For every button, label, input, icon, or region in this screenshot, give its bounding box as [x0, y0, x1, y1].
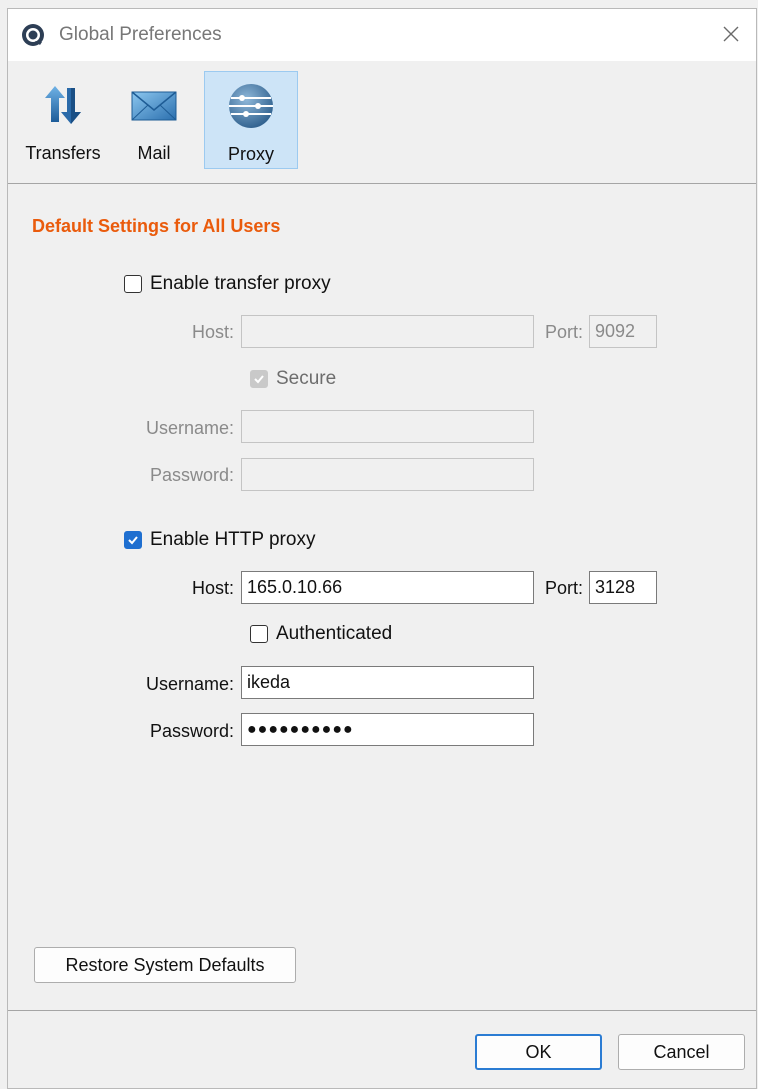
tab-mail-label: Mail	[137, 143, 171, 163]
tab-proxy[interactable]: Proxy	[204, 71, 298, 169]
transfer-host-input[interactable]	[241, 315, 534, 348]
tab-mail[interactable]: Mail	[118, 71, 190, 169]
authenticated-checkbox[interactable]: Authenticated	[250, 623, 392, 645]
tab-transfers-label: Transfers	[25, 143, 101, 163]
tab-transfers[interactable]: Transfers	[14, 71, 112, 169]
secure-checkbox[interactable]: Secure	[250, 368, 336, 390]
mail-envelope-icon	[131, 91, 177, 121]
authenticated-box[interactable]	[250, 625, 268, 643]
preferences-toolbar: Transfers Mail Proxy	[8, 61, 756, 183]
http-port-label: Port:	[544, 578, 583, 598]
enable-transfer-proxy-label: Enable transfer proxy	[150, 273, 331, 294]
toolbar-divider	[8, 183, 756, 184]
http-port-input[interactable]: 3128	[589, 571, 657, 604]
close-button[interactable]	[714, 17, 748, 51]
http-username-input[interactable]: ikeda	[241, 666, 534, 699]
transfer-arrows-icon	[45, 86, 81, 124]
proxy-globe-icon	[229, 84, 273, 128]
title-bar: Global Preferences	[8, 9, 756, 61]
transfer-port-label: Port:	[544, 322, 583, 342]
secure-label: Secure	[276, 368, 337, 389]
enable-http-proxy-checkbox[interactable]: Enable HTTP proxy	[124, 529, 315, 551]
global-preferences-window: Global Preferences Transfers Mail Proxy …	[7, 8, 757, 1089]
enable-http-proxy-box[interactable]	[124, 531, 142, 549]
ok-button[interactable]: OK	[475, 1034, 602, 1070]
enable-transfer-proxy-checkbox[interactable]: Enable transfer proxy	[124, 273, 331, 295]
authenticated-label: Authenticated	[276, 623, 393, 644]
transfer-username-input[interactable]	[241, 410, 534, 443]
checkmark-icon	[254, 375, 264, 384]
enable-http-proxy-label: Enable HTTP proxy	[150, 529, 316, 550]
http-host-label: Host:	[191, 578, 234, 598]
transfer-password-input[interactable]	[241, 458, 534, 491]
tab-proxy-label: Proxy	[227, 144, 274, 164]
section-title: Default Settings for All Users	[32, 216, 281, 236]
http-password-label: Password:	[149, 721, 234, 741]
http-username-label: Username:	[145, 674, 234, 694]
window-title: Global Preferences	[59, 24, 222, 45]
footer-divider	[8, 1010, 756, 1011]
app-logo-icon	[22, 24, 44, 46]
cancel-button[interactable]: Cancel	[618, 1034, 745, 1070]
checkmark-icon	[128, 536, 138, 545]
restore-system-defaults-button[interactable]: Restore System Defaults	[34, 947, 296, 983]
close-icon	[723, 26, 739, 42]
secure-box[interactable]	[250, 370, 268, 388]
transfer-port-input[interactable]: 9092	[589, 315, 657, 348]
transfer-host-label: Host:	[191, 322, 234, 342]
http-password-input[interactable]: ●●●●●●●●●●	[241, 713, 534, 746]
transfer-password-label: Password:	[149, 465, 234, 485]
http-host-input[interactable]: 165.0.10.66	[241, 571, 534, 604]
enable-transfer-proxy-box[interactable]	[124, 275, 142, 293]
transfer-username-label: Username:	[145, 418, 234, 438]
